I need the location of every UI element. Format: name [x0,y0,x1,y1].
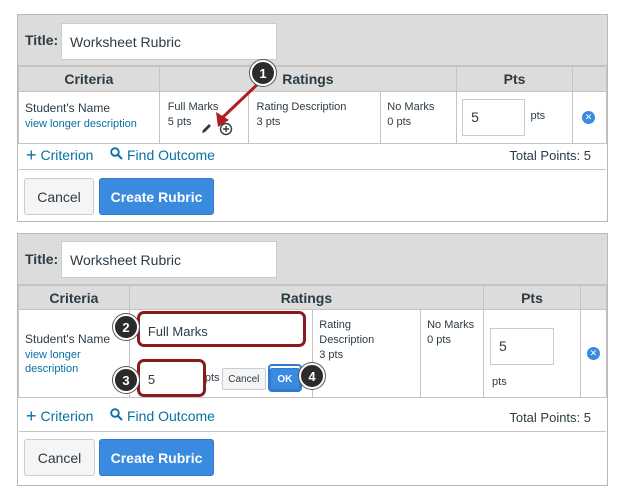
title-input[interactable]: Worksheet Rubric [61,241,277,278]
points-unit: pts [492,375,507,388]
rubric-panel-1: Title: Worksheet Rubric Criteria Ratings… [17,14,608,222]
total-points: Total Points: 5 [509,148,591,163]
title-label: Title: [25,251,59,267]
callout-2: 2 [113,314,139,340]
add-criterion-button[interactable]: + Criterion [26,406,94,426]
cancel-button[interactable]: Cancel [24,439,95,476]
criterion-cell: Student's Name view longer description [18,91,160,144]
add-criterion-label: Criterion [40,408,94,424]
find-outcome-label: Find Outcome [127,147,215,163]
rating-label: No Marks [387,101,435,113]
points-cell: 5 pts [456,91,573,144]
highlight-rating-label [137,311,306,347]
callout-3: 3 [113,367,139,393]
find-outcome-label: Find Outcome [127,408,215,424]
points-cell: 5 pts [483,309,581,398]
rating-label: Rating [319,319,352,331]
add-criterion-label: Criterion [40,147,94,163]
callout-4: 4 [299,363,325,389]
find-outcome-button[interactable]: Find Outcome [110,408,215,424]
rating-points-unit: pts [204,372,220,384]
view-description-link[interactable]: view longer description [25,118,153,130]
plus-icon: + [26,406,37,426]
criteria-header: Criteria [18,66,160,92]
rating-points: 3 pts [319,349,344,361]
rating-cell[interactable]: No Marks 0 pts [380,91,458,144]
search-icon [110,408,123,424]
rating-cell[interactable]: Rating Description 3 pts [312,309,422,398]
title-bar: Title: Worksheet Rubric [18,234,607,285]
title-label: Title: [25,32,59,48]
rating-label: No Marks [427,319,475,331]
rating-label: Description [319,334,375,346]
view-description-link[interactable]: view longer [25,349,123,361]
highlight-rating-points [137,359,206,397]
actions-header [571,66,608,92]
remove-cell: ✕ [571,91,608,144]
create-rubric-button[interactable]: Create Rubric [99,178,214,215]
actions-header [579,285,608,310]
view-description-link[interactable]: description [25,363,123,375]
pts-header: Pts [456,66,573,92]
criteria-header: Criteria [18,285,130,310]
divider [19,169,606,170]
add-criterion-button[interactable]: + Criterion [26,145,94,165]
points-input[interactable]: 5 [462,99,526,136]
find-outcome-button[interactable]: Find Outcome [110,147,215,163]
title-input[interactable]: Worksheet Rubric [61,23,277,60]
criterion-name: Student's Name [25,332,111,346]
criterion-name: Student's Name [25,101,111,115]
remove-x-icon[interactable]: ✕ [586,347,600,360]
remove-x-icon[interactable]: ✕ [581,111,595,124]
cancel-button[interactable]: Cancel [24,178,94,215]
total-points: Total Points: 5 [509,410,591,425]
callout-1: 1 [250,60,276,86]
ratings-header: Ratings [128,285,485,310]
rubric-panel-2: Title: Worksheet Rubric Criteria Ratings… [17,233,608,486]
title-bar: Title: Worksheet Rubric [18,15,607,66]
highlight-ok-button [268,364,302,392]
rating-points: 0 pts [387,116,412,128]
rating-cancel-button[interactable]: Cancel [221,368,266,390]
pts-header: Pts [483,285,581,310]
rating-points: 0 pts [427,334,451,346]
rubric-table: Criteria Ratings Pts Student's Name view… [18,66,608,144]
points-unit: pts [530,110,546,122]
create-rubric-button[interactable]: Create Rubric [99,439,214,476]
search-icon [110,147,123,163]
plus-icon: + [26,145,37,165]
remove-cell: ✕ [579,309,608,398]
rating-cell[interactable]: No Marks 0 pts [420,309,485,398]
divider [19,431,606,432]
points-input[interactable]: 5 [490,327,555,365]
